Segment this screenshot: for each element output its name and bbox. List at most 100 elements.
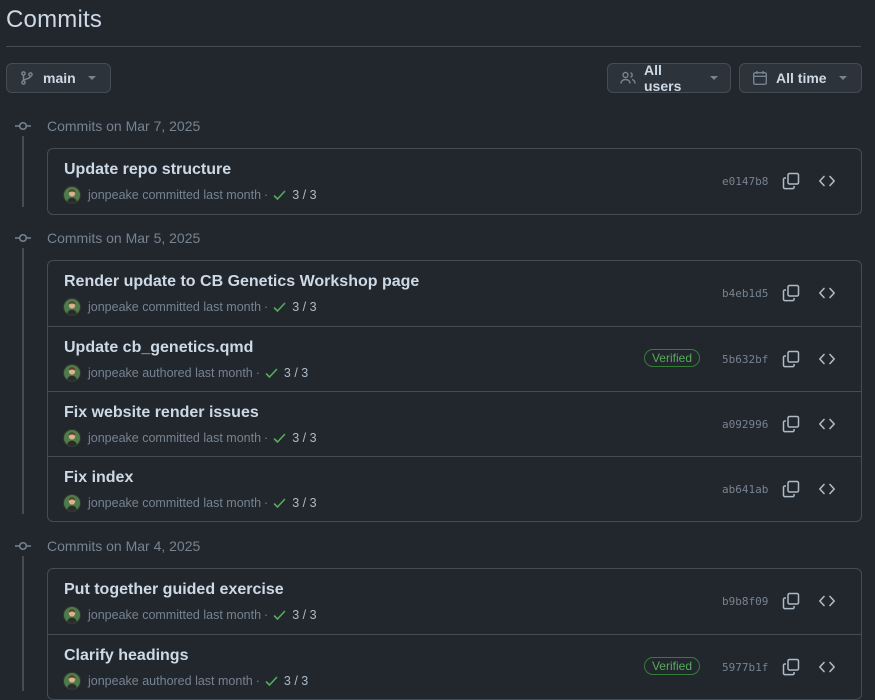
code-icon[interactable] [818, 284, 836, 302]
commit-message-link[interactable]: Fix website render issues [64, 404, 259, 422]
check-icon[interactable] [273, 497, 286, 510]
code-icon[interactable] [818, 415, 836, 433]
verified-badge[interactable]: Verified [643, 657, 700, 675]
checks-status[interactable]: 3 / 3 [292, 431, 316, 445]
commit-sha-link[interactable]: b9b8f09 [722, 595, 768, 608]
commit-group-date: Commits on Mar 7, 2025 [47, 118, 201, 134]
commit-sha-link[interactable]: e0147b8 [722, 175, 768, 188]
commit-meta: jonpeake authored last month · 3 / 3 [64, 365, 308, 381]
commit-message-link[interactable]: Fix index [64, 469, 133, 487]
git-commit-icon [15, 121, 31, 131]
commit-action: authored [142, 366, 192, 380]
commit-author-link[interactable]: jonpeake [88, 300, 139, 314]
checks-status[interactable]: 3 / 3 [292, 188, 316, 202]
commit-group-header: Commits on Mar 7, 2025 [14, 116, 200, 136]
branch-select-button[interactable]: main [6, 63, 111, 93]
commit-time: last month [203, 608, 262, 622]
users-filter-button[interactable]: All users [607, 62, 731, 94]
commit-list: Render update to CB Genetics Workshop pa… [47, 260, 862, 522]
timeline-line [22, 136, 24, 207]
commit-row: Render update to CB Genetics Workshop pa… [48, 261, 861, 326]
commit-message-link[interactable]: Update repo structure [64, 161, 231, 179]
copy-icon[interactable] [782, 658, 800, 676]
commit-meta: jonpeake committed last month · 3 / 3 [64, 187, 317, 203]
avatar[interactable] [64, 495, 80, 511]
commit-author-link[interactable]: jonpeake [88, 496, 139, 510]
check-icon[interactable] [273, 189, 286, 202]
commit-message-link[interactable]: Put together guided exercise [64, 581, 284, 599]
commit-group-date: Commits on Mar 4, 2025 [47, 538, 201, 554]
checks-status[interactable]: 3 / 3 [292, 300, 316, 314]
meta-separator: · [264, 431, 269, 445]
commit-message-link[interactable]: Update cb_genetics.qmd [64, 339, 253, 357]
copy-icon[interactable] [782, 284, 800, 302]
page-title: Commits [6, 6, 103, 33]
check-icon[interactable] [265, 367, 278, 380]
commit-group-header: Commits on Mar 4, 2025 [14, 536, 200, 556]
check-icon[interactable] [273, 609, 286, 622]
users-filter-label: All users [644, 62, 682, 94]
people-icon [620, 71, 636, 84]
commit-row: Update repo structure jonpeake committed … [48, 149, 861, 214]
commit-meta: jonpeake committed last month · 3 / 3 [64, 299, 317, 315]
copy-icon[interactable] [782, 415, 800, 433]
code-icon[interactable] [818, 480, 836, 498]
code-icon[interactable] [818, 592, 836, 610]
avatar[interactable] [64, 299, 80, 315]
avatar[interactable] [64, 187, 80, 203]
checks-status[interactable]: 3 / 3 [284, 674, 308, 688]
meta-separator: · [264, 608, 269, 622]
git-commit-icon [15, 233, 31, 243]
avatar[interactable] [64, 673, 80, 689]
commit-message-link[interactable]: Clarify headings [64, 647, 188, 665]
check-icon[interactable] [273, 432, 286, 445]
checks-status[interactable]: 3 / 3 [292, 496, 316, 510]
commit-time: last month [203, 300, 262, 314]
commit-time: last month [195, 674, 253, 688]
commit-list: Put together guided exercise jonpeake com… [47, 568, 862, 700]
commit-author-link[interactable]: jonpeake [88, 431, 139, 445]
meta-separator: · [255, 674, 260, 688]
avatar[interactable] [64, 607, 80, 623]
code-icon[interactable] [818, 350, 836, 368]
commit-sha-link[interactable]: ab641ab [722, 483, 768, 496]
commit-row: Fix index jonpeake committed last month · 3… [48, 456, 861, 521]
avatar[interactable] [64, 430, 80, 446]
timeline-line [22, 248, 24, 514]
commit-author-link[interactable]: jonpeake [88, 366, 139, 380]
checks-status[interactable]: 3 / 3 [292, 608, 316, 622]
checks-status[interactable]: 3 / 3 [284, 366, 308, 380]
commit-time: last month [203, 496, 262, 510]
time-filter-button[interactable]: All time [739, 63, 862, 93]
meta-separator: · [264, 188, 269, 202]
commit-message-link[interactable]: Render update to CB Genetics Workshop pa… [64, 273, 419, 291]
code-icon[interactable] [818, 658, 836, 676]
copy-icon[interactable] [782, 592, 800, 610]
commit-action: committed [142, 300, 200, 314]
commit-sha-link[interactable]: 5977b1f [722, 661, 768, 674]
commit-meta: jonpeake committed last month · 3 / 3 [64, 607, 317, 623]
code-icon[interactable] [818, 172, 836, 190]
commit-row: Put together guided exercise jonpeake com… [48, 569, 861, 634]
commit-author-link[interactable]: jonpeake [88, 608, 139, 622]
commit-row: Update cb_genetics.qmd jonpeake authored … [48, 326, 861, 391]
title-divider [6, 46, 861, 47]
copy-icon[interactable] [782, 480, 800, 498]
commit-sha-link[interactable]: b4eb1d5 [722, 287, 768, 300]
commit-sha-link[interactable]: 5b632bf [722, 353, 768, 366]
check-icon[interactable] [265, 675, 278, 688]
commit-author-link[interactable]: jonpeake [88, 674, 139, 688]
verified-badge[interactable]: Verified [643, 349, 700, 367]
commit-action: committed [142, 188, 200, 202]
commit-row: Fix website render issues jonpeake commit… [48, 391, 861, 456]
avatar[interactable] [64, 365, 80, 381]
commit-meta: jonpeake authored last month · 3 / 3 [64, 673, 308, 689]
commit-author-link[interactable]: jonpeake [88, 188, 139, 202]
branch-label: main [43, 70, 76, 86]
meta-separator: · [264, 300, 269, 314]
commit-sha-link[interactable]: a092996 [722, 418, 768, 431]
copy-icon[interactable] [782, 350, 800, 368]
copy-icon[interactable] [782, 172, 800, 190]
check-icon[interactable] [273, 301, 286, 314]
calendar-icon [753, 71, 768, 86]
